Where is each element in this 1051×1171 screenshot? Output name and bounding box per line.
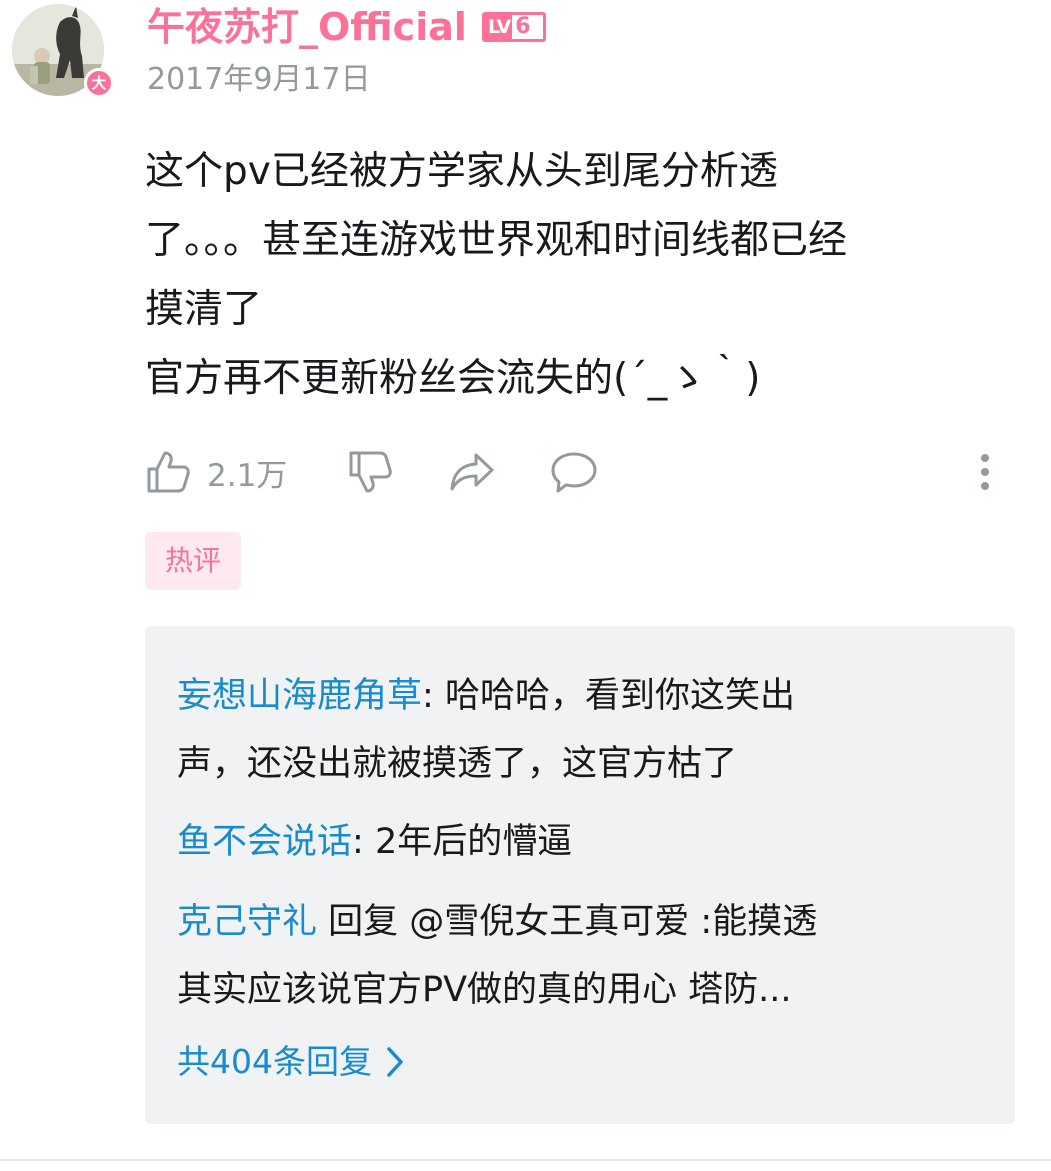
avatar-vip-badge: 大 [84,68,114,98]
thumbs-up-icon [147,451,190,493]
comment-action-bar: 2.1万 [145,446,1005,498]
sub-reply[interactable]: 妄想山海鹿角草: 哈哈哈，看到你这笑出 声，还没出就被摸透了，这官方枯了 [177,662,977,798]
more-options-button[interactable] [979,446,991,498]
comment-line: 摸清了 [145,287,263,332]
author-avatar[interactable]: 大 [12,4,114,98]
sub-reply-line: 鱼不会说话: 2年后的懵逼 [177,808,977,876]
reply-button[interactable] [549,446,599,498]
reply-separator: 回复 @雪倪女王真可爱 : [317,902,713,942]
reply-text: 其实应该说官方PV做的真的用心 塔防... [177,970,792,1010]
reply-text: 声，还没出就被摸透了，这官方枯了 [177,744,738,784]
author-username[interactable]: 午夜苏打_Official [147,4,467,50]
reply-username[interactable]: 妄想山海鹿角草 [177,676,422,716]
bottom-divider [0,1159,1051,1161]
sub-reply[interactable]: 鱼不会说话: 2年后的懵逼 [177,808,977,876]
chevron-right-icon [387,1047,403,1077]
reply-separator: : [422,676,445,716]
level-badge: LV 6 [482,12,546,42]
reply-username[interactable]: 鱼不会说话 [177,822,352,862]
sub-reply[interactable]: 克己守礼 回复 @雪倪女王真可爱 :能摸透 其实应该说官方PV做的真的用心 塔防… [177,888,977,1024]
comment-line: 这个pv已经被方学家从头到尾分析透 [145,149,778,194]
reply-text: 2年后的懵逼 [374,822,573,862]
like-button[interactable]: 2.1万 [145,446,287,498]
level-prefix: LV [485,15,513,39]
level-number: 6 [512,15,535,39]
reply-text: 能摸透 [712,902,818,942]
share-icon [450,453,494,491]
sub-reply-line: 妄想山海鹿角草: 哈哈哈，看到你这笑出 [177,662,977,730]
more-replies-label: 共404条回复 [177,1042,372,1081]
view-all-replies-link[interactable]: 共404条回复 [177,1034,404,1090]
comment-date: 2017年9月17日 [147,62,371,97]
like-count: 2.1万 [207,457,288,494]
comment-content: 这个pv已经被方学家从头到尾分析透 了。。。甚至连游戏世界观和时间线都已经 摸清… [145,137,1025,413]
share-button[interactable] [448,446,496,498]
dislike-button[interactable] [347,446,393,498]
sub-reply-line: 克己守礼 回复 @雪倪女王真可爱 :能摸透 [177,888,977,956]
comment-bubble-icon [551,452,597,493]
comment-line: 了。。。甚至连游戏世界观和时间线都已经 [145,218,848,263]
more-vertical-icon [981,454,989,490]
comment-line: 官方再不更新粉丝会流失的(´_ゝ｀) [145,356,761,401]
hot-comment-tag: 热评 [145,532,241,590]
sub-replies-panel[interactable]: 妄想山海鹿角草: 哈哈哈，看到你这笑出 声，还没出就被摸透了，这官方枯了 鱼不会… [145,626,1015,1124]
reply-separator: : [352,822,375,862]
reply-username[interactable]: 克己守礼 [177,902,317,942]
reply-text: 哈哈哈，看到你这笑出 [444,676,795,716]
thumbs-down-icon [349,451,392,493]
